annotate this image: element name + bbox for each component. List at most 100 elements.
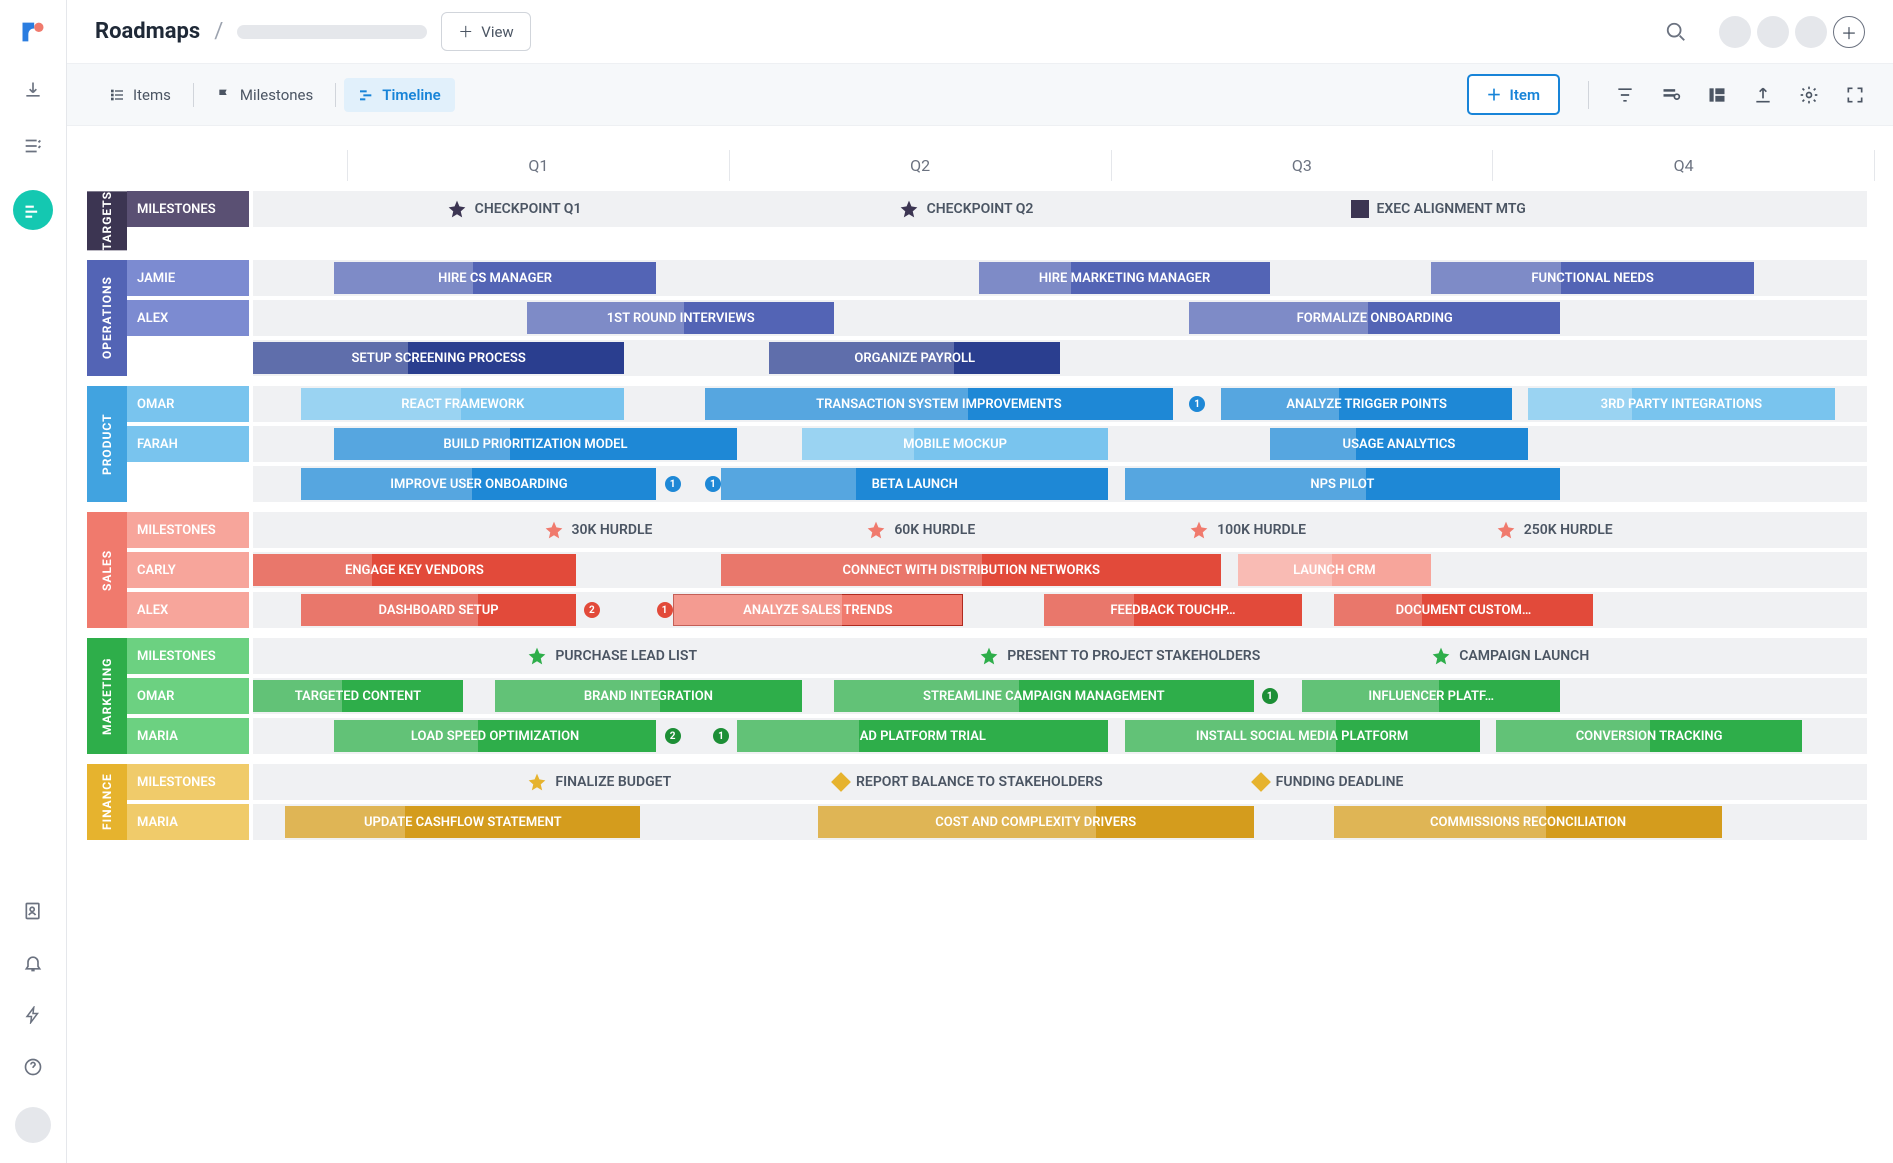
dependency-badge[interactable]: 2: [665, 728, 681, 744]
timeline-bar[interactable]: CONNECT WITH DISTRIBUTION NETWORKS: [721, 554, 1221, 586]
row-track[interactable]: FINALIZE BUDGET REPORT BALANCE TO STAKEHO…: [253, 764, 1867, 800]
row-track[interactable]: CHECKPOINT Q1 CHECKPOINT Q2 EXEC ALIGNMENT…: [253, 191, 1867, 227]
milestone[interactable]: PRESENT TO PROJECT STAKEHOLDERS: [979, 646, 1260, 666]
lane-group-targets: TARGETSMILESTONESCHECKPOINT Q1CHECKPOINT…: [67, 191, 1875, 250]
tab-timeline[interactable]: Timeline: [344, 78, 454, 112]
add-collaborator-button[interactable]: ＋: [1833, 16, 1865, 48]
add-item-button[interactable]: ＋ Item: [1467, 74, 1560, 115]
row-track[interactable]: REACT FRAMEWORK TRANSACTION SYSTEM IMPROV…: [253, 386, 1867, 422]
milestone[interactable]: FUNDING DEADLINE: [1254, 774, 1404, 790]
view-toolbar: Items Milestones Timeline ＋ Item: [67, 64, 1893, 126]
row-track[interactable]: ENGAGE KEY VENDORS CONNECT WITH DISTRIBUT…: [253, 552, 1867, 588]
timeline-bar[interactable]: SETUP SCREENING PROCESS: [253, 342, 624, 374]
timeline-bar[interactable]: CONVERSION TRACKING: [1496, 720, 1803, 752]
milestone[interactable]: 250K HURDLE: [1496, 520, 1613, 540]
timeline-bar[interactable]: TARGETED CONTENT: [253, 680, 463, 712]
timeline-bar[interactable]: HIRE MARKETING MANAGER: [979, 262, 1270, 294]
timeline-bar[interactable]: ANALYZE TRIGGER POINTS: [1221, 388, 1512, 420]
timeline-bar[interactable]: INFLUENCER PLATF…: [1302, 680, 1560, 712]
timeline-bar[interactable]: UPDATE CASHFLOW STATEMENT: [285, 806, 640, 838]
milestone[interactable]: EXEC ALIGNMENT MTG: [1351, 200, 1526, 218]
timeline-bar[interactable]: AD PLATFORM TRIAL: [737, 720, 1108, 752]
row-track[interactable]: LOAD SPEED OPTIMIZATION AD PLATFORM TRIAL…: [253, 718, 1867, 754]
milestone[interactable]: REPORT BALANCE TO STAKEHOLDERS: [834, 774, 1103, 790]
dependency-badge[interactable]: 2: [584, 602, 600, 618]
timeline-bar[interactable]: ANALYZE SALES TRENDS: [673, 594, 964, 626]
timeline-bar[interactable]: BRAND INTEGRATION: [495, 680, 802, 712]
export-icon[interactable]: [1753, 85, 1773, 105]
dependency-badge[interactable]: 1: [665, 476, 681, 492]
collaborator-avatar[interactable]: [1795, 16, 1827, 48]
row-track[interactable]: IMPROVE USER ONBOARDING BETA LAUNCH NPS PI…: [253, 466, 1867, 502]
row-track[interactable]: UPDATE CASHFLOW STATEMENT COST AND COMPLE…: [253, 804, 1867, 840]
timeline-bar[interactable]: LAUNCH CRM: [1238, 554, 1432, 586]
timeline-bar[interactable]: 3RD PARTY INTEGRATIONS: [1528, 388, 1835, 420]
search-icon[interactable]: [1665, 21, 1687, 43]
milestone[interactable]: 60K HURDLE: [866, 520, 975, 540]
contacts-icon[interactable]: [21, 899, 45, 923]
timeline-bar[interactable]: BUILD PRIORITIZATION MODEL: [334, 428, 738, 460]
timeline-bar[interactable]: LOAD SPEED OPTIMIZATION: [334, 720, 657, 752]
row-track[interactable]: HIRE CS MANAGER HIRE MARKETING MANAGER FUN…: [253, 260, 1867, 296]
milestone[interactable]: CAMPAIGN LAUNCH: [1431, 646, 1589, 666]
milestone[interactable]: CHECKPOINT Q1: [447, 199, 582, 219]
timeline-bar[interactable]: 1ST ROUND INTERVIEWS: [527, 302, 834, 334]
dependency-badge[interactable]: 1: [705, 476, 721, 492]
milestone[interactable]: CHECKPOINT Q2: [899, 199, 1034, 219]
dependency-badge[interactable]: 1: [1262, 688, 1278, 704]
settings-icon[interactable]: [1799, 85, 1819, 105]
dependency-badge[interactable]: 1: [657, 602, 673, 618]
milestone[interactable]: PURCHASE LEAD LIST: [527, 646, 697, 666]
timeline-bar[interactable]: INSTALL SOCIAL MEDIA PLATFORM: [1125, 720, 1480, 752]
user-avatar[interactable]: [15, 1107, 51, 1143]
timeline-bar[interactable]: ENGAGE KEY VENDORS: [253, 554, 576, 586]
row-track[interactable]: 1ST ROUND INTERVIEWS FORMALIZE ONBOARDING: [253, 300, 1867, 336]
timeline-bar[interactable]: DOCUMENT CUSTOM…: [1334, 594, 1592, 626]
timeline-bar[interactable]: MOBILE MOCKUP: [802, 428, 1109, 460]
lane-row: ALEX1ST ROUND INTERVIEWSFORMALIZE ONBOAR…: [127, 300, 1875, 336]
dependency-badge[interactable]: 1: [713, 728, 729, 744]
dependency-badge[interactable]: 1: [1189, 396, 1205, 412]
timeline-bar[interactable]: COST AND COMPLEXITY DRIVERS: [818, 806, 1254, 838]
timeline-bar[interactable]: USAGE ANALYTICS: [1270, 428, 1528, 460]
row-track[interactable]: DASHBOARD SETUP ANALYZE SALES TRENDS FEEDB…: [253, 592, 1867, 628]
row-track[interactable]: PURCHASE LEAD LIST PRESENT TO PROJECT STA…: [253, 638, 1867, 674]
timeline-bar[interactable]: IMPROVE USER ONBOARDING: [301, 468, 656, 500]
filter-icon[interactable]: [1615, 85, 1635, 105]
row-track[interactable]: BUILD PRIORITIZATION MODEL MOBILE MOCKUP U…: [253, 426, 1867, 462]
timeline-bar[interactable]: TRANSACTION SYSTEM IMPROVEMENTS: [705, 388, 1173, 420]
layout-icon[interactable]: [1707, 85, 1727, 105]
milestone[interactable]: FINALIZE BUDGET: [527, 772, 671, 792]
timeline-bar[interactable]: BETA LAUNCH: [721, 468, 1108, 500]
timeline-bar[interactable]: REACT FRAMEWORK: [301, 388, 624, 420]
row-track[interactable]: SETUP SCREENING PROCESS ORGANIZE PAYROLL: [253, 340, 1867, 376]
timeline-bar[interactable]: FEEDBACK TOUCHP…: [1044, 594, 1302, 626]
timeline-canvas[interactable]: Q1 Q2 Q3 Q4 TARGETSMILESTONESCHECKPOINT …: [67, 126, 1893, 1163]
timeline-bar[interactable]: FORMALIZE ONBOARDING: [1189, 302, 1560, 334]
collaborator-avatar[interactable]: [1757, 16, 1789, 48]
timeline-bar[interactable]: HIRE CS MANAGER: [334, 262, 657, 294]
bolt-icon[interactable]: [21, 1003, 45, 1027]
tab-items[interactable]: Items: [95, 78, 185, 112]
timeline-bar[interactable]: FUNCTIONAL NEEDS: [1431, 262, 1754, 294]
milestone[interactable]: 30K HURDLE: [544, 520, 653, 540]
timeline-bar[interactable]: STREAMLINE CAMPAIGN MANAGEMENT: [834, 680, 1254, 712]
help-icon[interactable]: [21, 1055, 45, 1079]
fullscreen-icon[interactable]: [1845, 85, 1865, 105]
row-track[interactable]: 30K HURDLE 60K HURDLE 100K HURDLE 250K HURD…: [253, 512, 1867, 548]
milestone[interactable]: 100K HURDLE: [1189, 520, 1306, 540]
timeline-bar[interactable]: DASHBOARD SETUP: [301, 594, 575, 626]
download-icon[interactable]: [21, 78, 45, 102]
collaborator-avatar[interactable]: [1719, 16, 1751, 48]
lane-row: CARLYENGAGE KEY VENDORSCONNECT WITH DIST…: [127, 552, 1875, 588]
add-view-button[interactable]: ＋ View: [441, 12, 530, 51]
bell-icon[interactable]: [21, 951, 45, 975]
list-icon[interactable]: [21, 134, 45, 158]
timeline-bar[interactable]: NPS PILOT: [1125, 468, 1561, 500]
row-track[interactable]: TARGETED CONTENT BRAND INTEGRATION STREAML…: [253, 678, 1867, 714]
tab-milestones[interactable]: Milestones: [202, 78, 327, 112]
link-settings-icon[interactable]: [1661, 85, 1681, 105]
timeline-bar[interactable]: ORGANIZE PAYROLL: [769, 342, 1060, 374]
roadmap-icon-active[interactable]: [13, 190, 53, 230]
timeline-bar[interactable]: COMMISSIONS RECONCILIATION: [1334, 806, 1721, 838]
